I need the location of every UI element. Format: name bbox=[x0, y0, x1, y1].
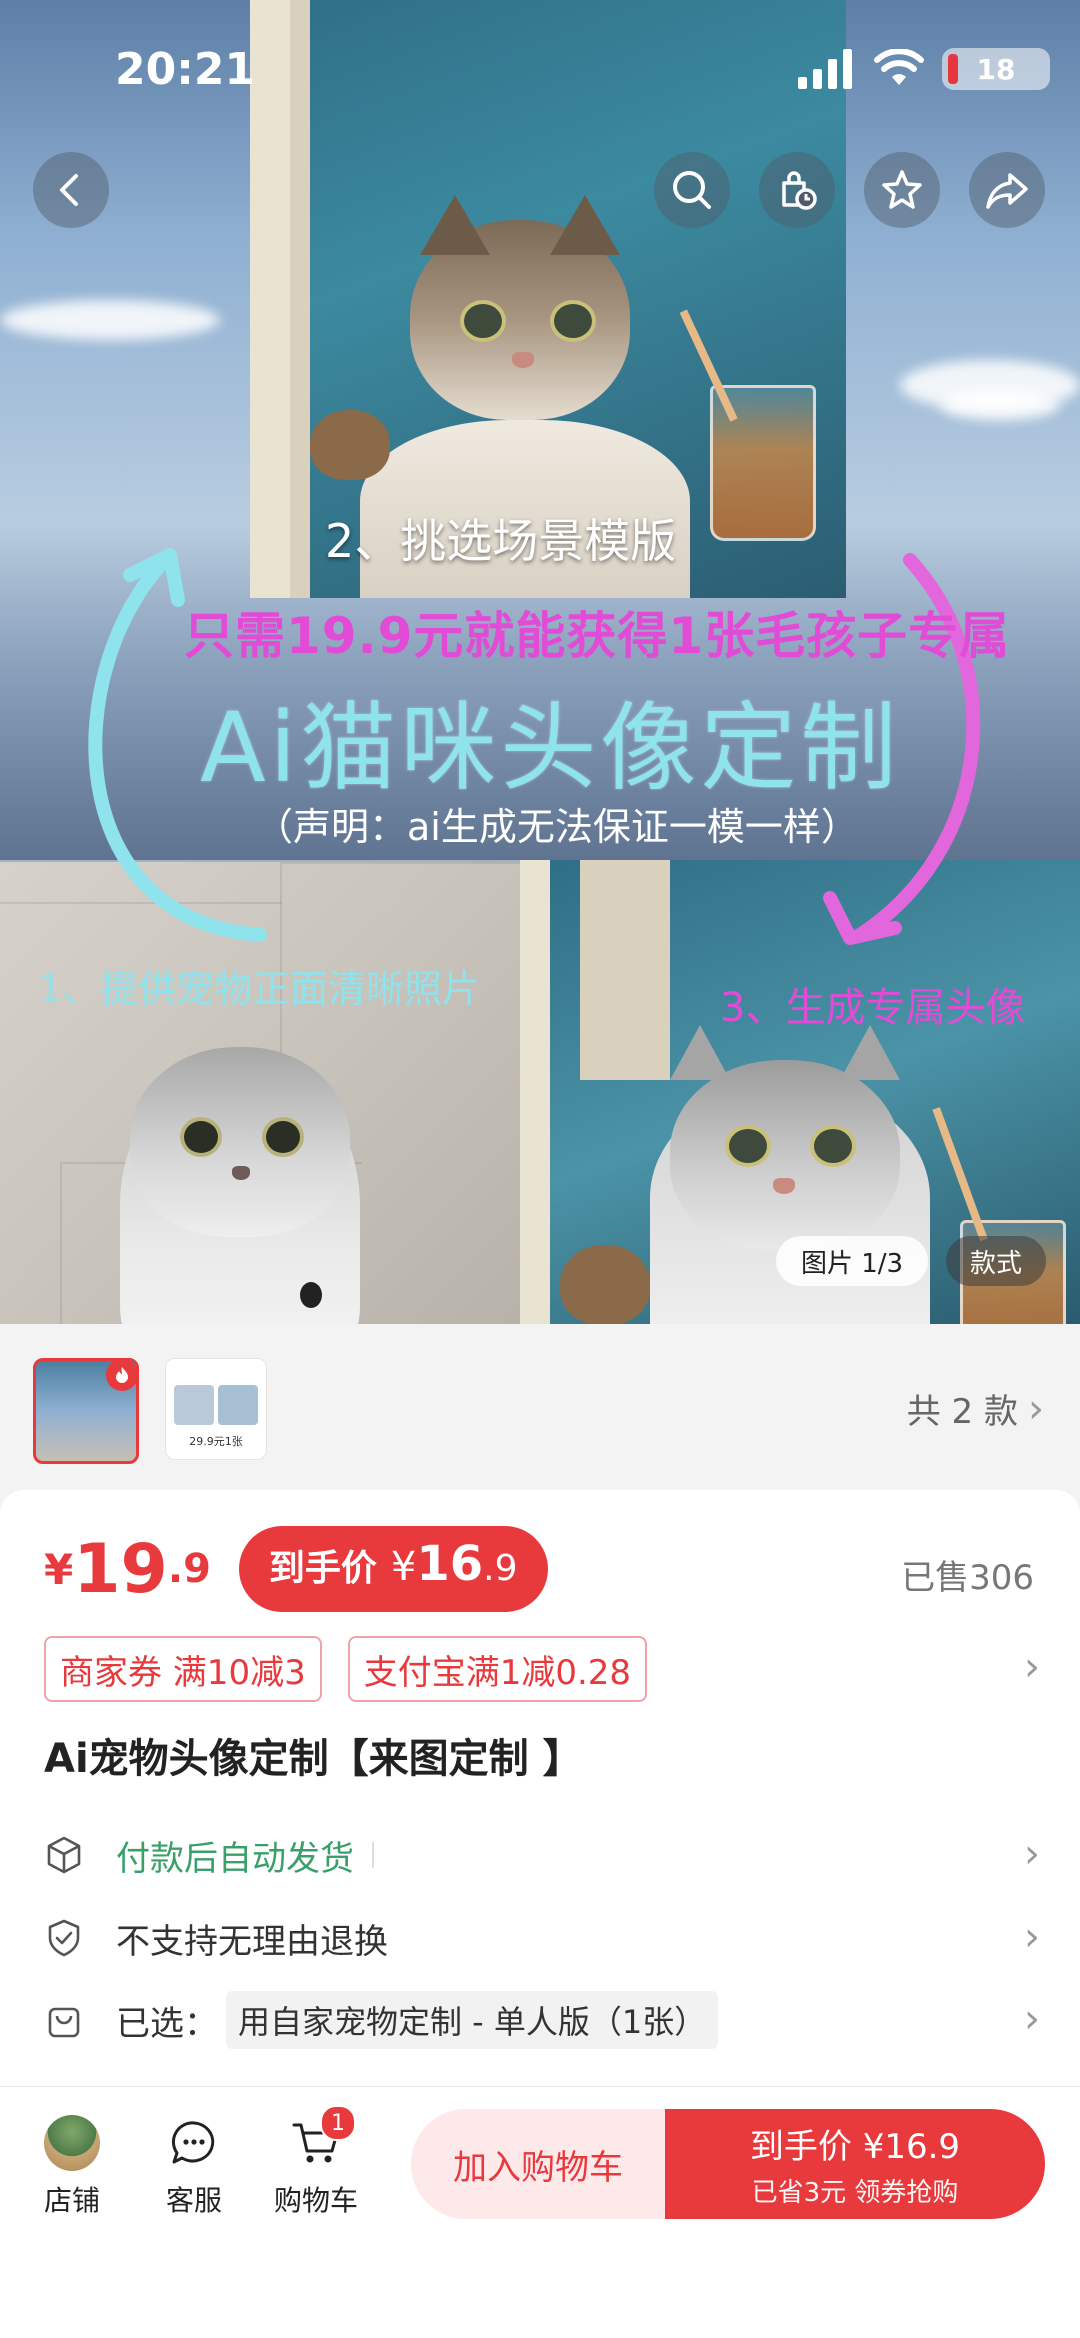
selected-label: 已选： bbox=[116, 2003, 218, 2044]
chevron-right-icon: › bbox=[1024, 1996, 1040, 2042]
hero-title: Ai猫咪头像定制 bbox=[200, 692, 901, 804]
cloud bbox=[940, 390, 1060, 420]
price-row: ¥ 19 .9 到手价 ¥ 16 .9 bbox=[44, 1526, 548, 1612]
cart-icon: 1 bbox=[288, 2105, 356, 2171]
disclaimer-text: （声明：ai生成无法保证一模一样） bbox=[255, 805, 859, 849]
buy-now-button[interactable]: 到手价 ¥16.9 已省3元 领券抢购 bbox=[665, 2109, 1045, 2219]
service-row-return[interactable]: 不支持无理由退换 › bbox=[44, 1908, 1040, 1968]
bottom-action-bar: 店铺 客服 1 购物车 加入购物车 到手价 ¥16.9 已省3元 领券抢购 bbox=[0, 2086, 1080, 2338]
cat-head bbox=[670, 1060, 900, 1250]
price-integer: 19 bbox=[73, 1529, 168, 1609]
status-time: 20:21 bbox=[115, 44, 256, 95]
service-text-shipping: 付款后自动发货 bbox=[116, 1838, 354, 1879]
search-button[interactable] bbox=[654, 152, 730, 228]
nav-cart-label: 购物车 bbox=[273, 2184, 358, 2217]
shield-check-icon bbox=[44, 1918, 84, 1958]
chevron-right-icon: › bbox=[1024, 1831, 1040, 1877]
chat-icon bbox=[166, 2115, 222, 2171]
headline-text: 只需19.9元就能获得1张毛孩子专属 bbox=[184, 607, 1011, 665]
battery-level: 18 bbox=[976, 52, 1016, 86]
chevron-left-icon bbox=[60, 174, 78, 206]
step2-text: 2、挑选场景模版 bbox=[325, 514, 677, 568]
variant-count[interactable]: 共 2 款 › bbox=[907, 1384, 1044, 1433]
service-text-return: 不支持无理由退换 bbox=[116, 1921, 388, 1962]
cat-head bbox=[130, 1047, 350, 1237]
hot-icon bbox=[106, 1361, 136, 1391]
service-row-selected[interactable]: 已选： 用自家宠物定制 - 单人版（1张） › bbox=[44, 1990, 1040, 2050]
share-button[interactable] bbox=[969, 152, 1045, 228]
selected-option[interactable]: 用自家宠物定制 - 单人版（1张） bbox=[226, 1991, 719, 2049]
bag-icon bbox=[44, 2000, 84, 2040]
divider bbox=[372, 1842, 374, 1868]
favorite-button[interactable] bbox=[864, 152, 940, 228]
chevron-right-icon: › bbox=[1024, 1914, 1040, 1960]
cloud bbox=[0, 300, 220, 340]
pet-photo-example bbox=[0, 862, 520, 1324]
price-currency: ¥ bbox=[44, 1544, 74, 1594]
style-tab[interactable]: 款式 bbox=[946, 1236, 1046, 1286]
signal-icon bbox=[798, 49, 852, 89]
price-decimal: .9 bbox=[167, 1546, 211, 1592]
service-row-shipping[interactable]: 付款后自动发货 › bbox=[44, 1825, 1040, 1885]
nav-shop-label: 店铺 bbox=[43, 2184, 100, 2217]
bag-clock-icon bbox=[782, 171, 817, 210]
chevron-right-icon[interactable]: › bbox=[1024, 1644, 1040, 1690]
coupon-row[interactable]: 商家券 满10减3 支付宝满1减0.28 bbox=[44, 1636, 648, 1702]
sold-count: 已售306 bbox=[901, 1558, 1034, 1598]
nav-cart[interactable]: 1 购物车 bbox=[266, 2105, 366, 2219]
final-price-pill: 到手价 ¥ 16 .9 bbox=[238, 1526, 548, 1612]
variant-thumb-1[interactable] bbox=[33, 1358, 139, 1464]
step1-text: 1、提供宠物正面清晰照片 bbox=[38, 967, 481, 1011]
star-icon bbox=[882, 170, 922, 209]
wifi-icon bbox=[874, 49, 924, 85]
add-to-cart-button[interactable]: 加入购物车 bbox=[411, 2109, 665, 2219]
product-info-card: ¥ 19 .9 到手价 ¥ 16 .9 已售306 商家券 满10减3 支付宝满… bbox=[0, 1490, 1080, 2086]
box-icon bbox=[44, 1835, 84, 1875]
nav-shop[interactable]: 店铺 bbox=[22, 2115, 122, 2219]
cart-badge: 1 bbox=[320, 2105, 356, 2141]
merchant-coupon[interactable]: 商家券 满10减3 bbox=[44, 1636, 322, 1702]
nav-service[interactable]: 客服 bbox=[144, 2115, 244, 2219]
buy-main-label: 到手价 ¥16.9 bbox=[749, 2127, 961, 2167]
final-price-label: 到手价 bbox=[268, 1548, 377, 1589]
battery-indicator: 18 bbox=[942, 48, 1050, 90]
step3-text: 3、生成专属头像 bbox=[720, 985, 1026, 1031]
status-icons: 18 bbox=[798, 48, 1050, 90]
chevron-right-icon: › bbox=[1028, 1385, 1044, 1432]
search-icon bbox=[673, 171, 711, 209]
variant-selector: 29.9元1张 共 2 款 › bbox=[0, 1324, 1080, 1490]
shop-avatar bbox=[44, 2115, 100, 2171]
bag-clock-button[interactable] bbox=[759, 152, 835, 228]
alipay-coupon[interactable]: 支付宝满1减0.28 bbox=[347, 1636, 648, 1702]
nav-service-label: 客服 bbox=[165, 2184, 222, 2217]
share-icon bbox=[986, 173, 1028, 209]
variant-thumb-2[interactable]: 29.9元1张 bbox=[165, 1358, 267, 1460]
variant-count-label: 共 2 款 bbox=[906, 1392, 1018, 1432]
final-price-decimal: .9 bbox=[483, 1548, 518, 1589]
back-button[interactable] bbox=[33, 152, 109, 228]
product-title: Ai宠物头像定制【来图定制 】 bbox=[44, 1736, 583, 1782]
final-price-integer: 16 bbox=[416, 1536, 484, 1592]
final-price-currency: ¥ bbox=[390, 1544, 417, 1590]
image-counter[interactable]: 图片 1/3 bbox=[776, 1236, 928, 1286]
variant-thumb-caption: 29.9元1张 bbox=[189, 1435, 243, 1448]
buy-sub-label: 已省3元 领券抢购 bbox=[751, 2178, 959, 2208]
